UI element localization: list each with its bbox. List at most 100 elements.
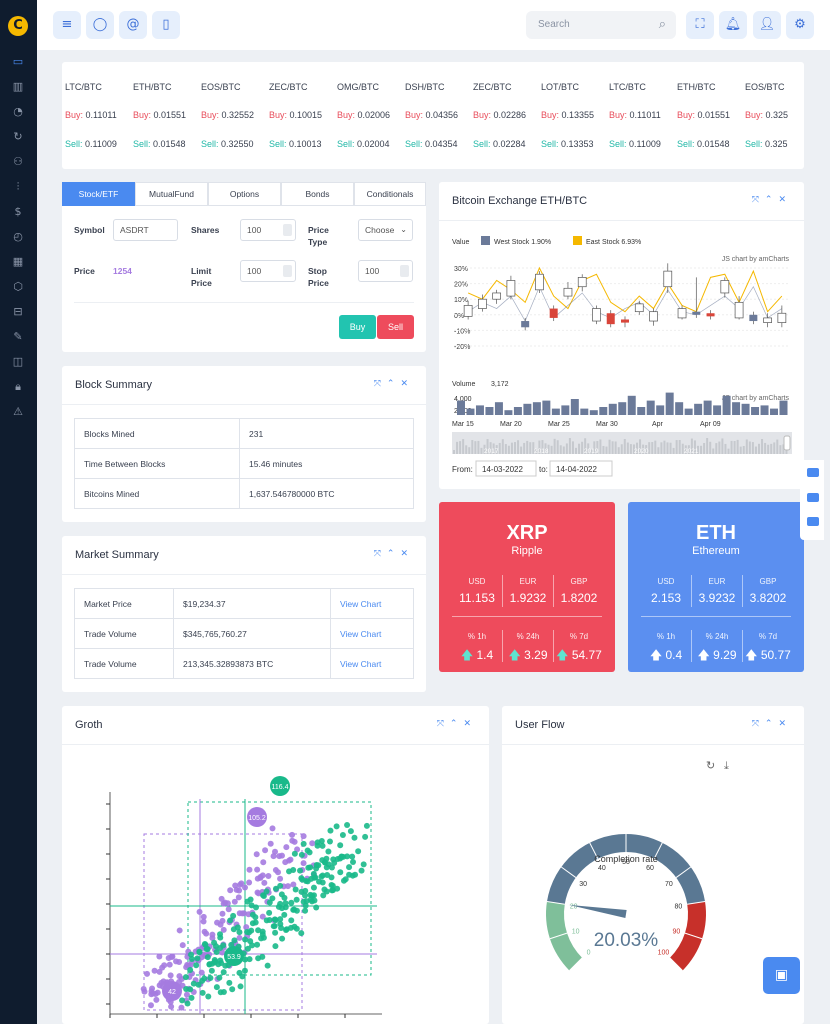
bell-icon[interactable]: 🔔︎	[719, 11, 747, 39]
sliders-icon[interactable]: ⫶	[9, 178, 27, 196]
tab-options[interactable]: Options	[208, 182, 281, 206]
image-icon[interactable]	[807, 493, 819, 502]
at-sign-icon[interactable]: @	[119, 11, 147, 39]
chat-button[interactable]: ▣	[763, 957, 800, 994]
card-controls[interactable]: ⤧⌃✕	[374, 379, 414, 389]
menu-icon[interactable]: ≡	[53, 11, 81, 39]
scrollbar-bar	[465, 445, 468, 454]
ticker-item[interactable]: EOS/BTC Buy: 0.32552 Sell: 0.32550	[201, 82, 254, 149]
ticker-item[interactable]: LTC/BTC Buy: 0.11011 Sell: 0.11009	[609, 82, 661, 149]
scrollbar-bar	[779, 445, 782, 454]
arrow-up-icon: 🡅	[745, 648, 758, 662]
view-chart-link[interactable]: View Chart	[330, 588, 414, 619]
scrollbar-bar	[568, 438, 571, 454]
tab-stock-etf[interactable]: Stock/ETF	[62, 182, 135, 206]
tab-bonds[interactable]: Bonds	[281, 182, 354, 206]
growth-card: Groth ⤧⌃✕ 116.4 105.2 53.9 42	[62, 706, 489, 1024]
exchange-chart[interactable]: Value West Stock 1.90% East Stock 6.93% JS …	[439, 220, 804, 489]
stepper-icon[interactable]	[400, 265, 409, 277]
settings-icon[interactable]: ⚙︎	[786, 11, 814, 39]
refresh-icon[interactable]: ↻	[706, 759, 715, 772]
clock-icon[interactable]: ◴	[9, 228, 27, 246]
edit-icon[interactable]: ✎	[9, 328, 27, 346]
ticker-item[interactable]: OMG/BTC Buy: 0.02006 Sell: 0.02004	[337, 82, 390, 149]
search-icon[interactable]: ⌕	[659, 11, 666, 39]
scrollbar-bar	[733, 441, 736, 454]
divider	[502, 744, 804, 745]
scrollbar-bar	[764, 442, 767, 454]
monitor-icon[interactable]: ▭	[9, 53, 27, 71]
stepper-icon[interactable]	[283, 265, 292, 277]
volume-bar	[722, 395, 731, 415]
purple-point	[262, 847, 269, 854]
ticker-item[interactable]: LOT/BTC Buy: 0.13355 Sell: 0.13353	[541, 82, 594, 149]
sell-button[interactable]: Sell	[377, 315, 414, 339]
brand-logo[interactable]: C	[8, 16, 28, 36]
coin-change-d7: % 7d 🡅 50.77	[743, 632, 793, 667]
symbol-input[interactable]: ASDRT	[113, 219, 178, 241]
volume-bar	[751, 407, 760, 415]
tab-mutualfund[interactable]: MutualFund	[135, 182, 208, 206]
view-chart-link[interactable]: View Chart	[330, 618, 414, 649]
ticker-item[interactable]: ETH/BTC Buy: 0.01551 Sell: 0.01548	[133, 82, 186, 149]
green-point	[187, 967, 194, 974]
price-type-select[interactable]: Choose ⌄	[358, 219, 413, 241]
ticker-sell: Sell: 0.11009	[65, 139, 117, 149]
ticker-item[interactable]: EOS/BTC Buy: 0.325 Sell: 0.325	[745, 82, 788, 149]
scrollbar-bar	[703, 442, 706, 454]
pie-chart-icon[interactable]: ◔	[9, 103, 27, 121]
green-point	[327, 827, 334, 834]
users-icon[interactable]: ⚇	[9, 153, 27, 171]
search-input[interactable]: Search ⌕	[526, 11, 676, 39]
green-point	[242, 936, 249, 943]
divider	[62, 574, 426, 575]
stepper-icon[interactable]	[283, 224, 292, 236]
grid-icon[interactable]: ▦	[9, 253, 27, 271]
coin-card-xrp[interactable]: XRP Ripple USD 11.153 EUR 1.9232 GBP 1.8202 % 1h…	[439, 502, 615, 672]
card-controls[interactable]: ⤧⌃✕	[437, 719, 477, 729]
refresh-icon[interactable]: ↻	[9, 128, 27, 146]
scrollbar-bar	[706, 438, 709, 454]
camera-icon[interactable]	[807, 468, 819, 477]
scrollbar-bar	[498, 442, 501, 454]
coin-card-eth[interactable]: ETH Ethereum USD 2.153 EUR 3.9232 GBP 3.8202 % 1…	[628, 502, 804, 672]
ticker-pair: ETH/BTC	[677, 82, 716, 92]
ticker-item[interactable]: DSH/BTC Buy: 0.04356 Sell: 0.04354	[405, 82, 458, 149]
ticker-item[interactable]: ZEC/BTC Buy: 0.02286 Sell: 0.02284	[473, 82, 526, 149]
view-chart-link[interactable]: View Chart	[330, 648, 414, 679]
growth-scatter-chart[interactable]: 116.4 105.2 53.9 42	[62, 744, 489, 1024]
inbox-icon[interactable]: ⊟	[9, 303, 27, 321]
message-icon[interactable]: ◯	[86, 11, 114, 39]
bar-chart-icon[interactable]: ▥	[9, 78, 27, 96]
sell-value: 0.11009	[85, 139, 117, 149]
dollar-icon[interactable]: $	[9, 203, 27, 221]
card-controls[interactable]: ⤧⌃✕	[752, 719, 792, 729]
ticker-item[interactable]: ETH/BTC Buy: 0.01551 Sell: 0.01548	[677, 82, 730, 149]
card-controls[interactable]: ⤧⌃✕	[752, 195, 792, 205]
price-value: 3.8202	[749, 591, 787, 605]
card-controls[interactable]: ⤧⌃✕	[374, 549, 414, 559]
download-icon[interactable]: ⤓	[724, 759, 729, 773]
green-point	[333, 823, 340, 830]
screen-icon[interactable]	[807, 517, 819, 526]
stop-price-input[interactable]: 100	[358, 260, 413, 282]
ticker-item[interactable]: LTC/BTC Buy: 0.11011 Sell: 0.11009	[65, 82, 117, 149]
buy-button[interactable]: Buy	[339, 315, 376, 339]
volume-bar	[627, 395, 636, 415]
green-point	[346, 864, 353, 871]
ticker-item[interactable]: ZEC/BTC Buy: 0.10015 Sell: 0.10013	[269, 82, 322, 149]
volume-bar	[589, 410, 598, 415]
green-point	[260, 892, 267, 899]
lock-icon[interactable]: 🔒︎	[9, 378, 27, 396]
limit-price-input[interactable]: 100	[240, 260, 296, 282]
fullscreen-icon[interactable]: ⛶	[686, 11, 714, 39]
cast-icon[interactable]: ◫	[9, 353, 27, 371]
stop-price-label: Stop Price	[308, 266, 329, 288]
user-icon[interactable]: 👤︎	[753, 11, 781, 39]
alert-icon[interactable]: ⚠︎	[9, 403, 27, 421]
volume-bar	[475, 405, 484, 415]
shares-input[interactable]: 100	[240, 219, 296, 241]
tab-conditionals[interactable]: Conditionals	[354, 182, 426, 206]
clipboard-icon[interactable]: ▯	[152, 11, 180, 39]
box-icon[interactable]: ⬡	[9, 278, 27, 296]
